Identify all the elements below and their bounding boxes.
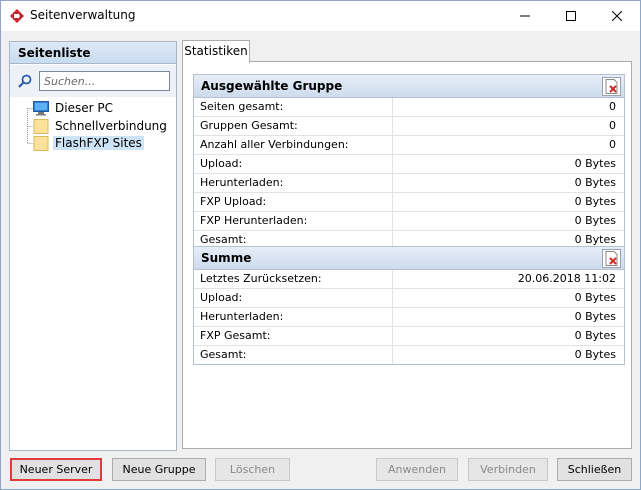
stat-label: Upload: <box>200 157 243 170</box>
delete-document-icon <box>605 251 618 266</box>
new-server-button[interactable]: Neuer Server <box>10 458 102 481</box>
apply-button[interactable]: Anwenden <box>376 458 458 481</box>
stat-row: FXP Herunterladen: 0 Bytes <box>194 212 624 231</box>
selected-group-stats: Ausgewählte Gruppe Seiten gesamt: 0 Grupp… <box>193 74 625 250</box>
app-logo-icon <box>10 9 24 23</box>
search-icon[interactable] <box>18 74 32 88</box>
maximize-button[interactable] <box>548 1 594 31</box>
window-title: Seitenverwaltung <box>30 8 136 22</box>
stat-value: 0 Bytes <box>574 329 616 342</box>
delete-document-icon <box>605 79 618 94</box>
stat-label: Herunterladen: <box>200 310 284 323</box>
column-divider <box>392 136 393 154</box>
stat-value: 0 Bytes <box>574 310 616 323</box>
reset-summary-button[interactable] <box>602 249 621 268</box>
stat-label: Gruppen Gesamt: <box>200 119 298 132</box>
maximize-icon <box>566 11 576 21</box>
stat-row: Anzahl aller Verbindungen: 0 <box>194 136 624 155</box>
stat-label: Gesamt: <box>200 233 247 246</box>
column-divider <box>392 174 393 192</box>
stat-row: Upload: 0 Bytes <box>194 289 624 308</box>
stat-row: Seiten gesamt: 0 <box>194 98 624 117</box>
site-manager-window: Seitenverwaltung Seitenliste Suchen... D… <box>0 0 641 490</box>
tree-item-flashfxp-sites[interactable]: FlashFXP Sites <box>10 135 176 152</box>
stat-label: Seiten gesamt: <box>200 100 284 113</box>
stat-value: 0 <box>609 138 616 151</box>
minimize-icon <box>520 15 530 17</box>
stat-label: Herunterladen: <box>200 176 284 189</box>
group-title: Summe <box>201 251 252 265</box>
stat-row: FXP Upload: 0 Bytes <box>194 193 624 212</box>
column-divider <box>392 308 393 326</box>
tree-item-label: FlashFXP Sites <box>53 136 144 150</box>
close-button[interactable]: Schließen <box>557 458 632 481</box>
new-group-button[interactable]: Neue Gruppe <box>112 458 206 481</box>
group-title: Ausgewählte Gruppe <box>201 79 343 93</box>
stat-label: FXP Herunterladen: <box>200 214 308 227</box>
column-divider <box>392 327 393 345</box>
stat-value: 0 Bytes <box>574 291 616 304</box>
tree-item-schnellverbindung[interactable]: Schnellverbindung <box>10 118 176 135</box>
stat-value: 20.06.2018 11:02 <box>517 272 616 285</box>
stat-row: FXP Gesamt: 0 Bytes <box>194 327 624 346</box>
summary-stats: Summe Letztes Zurücksetzen: 20.06.2018 11… <box>193 246 625 365</box>
title-bar: Seitenverwaltung <box>1 1 640 31</box>
site-list-header: Seitenliste <box>10 42 176 64</box>
stat-value: 0 Bytes <box>574 176 616 189</box>
stat-label: Letztes Zurücksetzen: <box>200 272 322 285</box>
stat-value: 0 <box>609 100 616 113</box>
stat-value: 0 Bytes <box>574 348 616 361</box>
group-header: Summe <box>194 247 624 270</box>
column-divider <box>392 193 393 211</box>
minimize-button[interactable] <box>502 1 548 31</box>
column-divider <box>392 98 393 116</box>
stat-label: Gesamt: <box>200 348 247 361</box>
stat-row: Letztes Zurücksetzen: 20.06.2018 11:02 <box>194 270 624 289</box>
reset-stats-button[interactable] <box>602 77 621 96</box>
stat-value: 0 <box>609 119 616 132</box>
group-header: Ausgewählte Gruppe <box>194 75 624 98</box>
close-window-button[interactable] <box>594 1 640 31</box>
tab-statistiken[interactable]: Statistiken <box>182 40 250 63</box>
close-icon <box>612 11 622 21</box>
stat-value: 0 Bytes <box>574 233 616 246</box>
stat-label: Anzahl aller Verbindungen: <box>200 138 349 151</box>
column-divider <box>392 212 393 230</box>
stat-label: FXP Gesamt: <box>200 329 271 342</box>
search-input[interactable] <box>39 71 170 91</box>
column-divider <box>392 346 393 364</box>
stat-value: 0 Bytes <box>574 157 616 170</box>
stat-value: 0 Bytes <box>574 195 616 208</box>
stat-row: Herunterladen: 0 Bytes <box>194 174 624 193</box>
column-divider <box>392 155 393 173</box>
tree-item-label: Schnellverbindung <box>55 119 167 133</box>
folder-icon <box>33 136 49 151</box>
computer-icon <box>33 101 49 116</box>
stat-label: Upload: <box>200 291 243 304</box>
column-divider <box>392 289 393 307</box>
stat-row: Gruppen Gesamt: 0 <box>194 117 624 136</box>
stat-row: Upload: 0 Bytes <box>194 155 624 174</box>
tree-item-label: Dieser PC <box>55 101 113 115</box>
column-divider <box>392 270 393 288</box>
folder-icon <box>33 119 49 134</box>
stat-row: Gesamt: 0 Bytes <box>194 346 624 364</box>
connect-button[interactable]: Verbinden <box>468 458 548 481</box>
column-divider <box>392 117 393 135</box>
search-bar <box>10 65 176 97</box>
tree-item-dieser-pc[interactable]: Dieser PC <box>10 100 176 117</box>
stat-row: Herunterladen: 0 Bytes <box>194 308 624 327</box>
stat-value: 0 Bytes <box>574 214 616 227</box>
stat-label: FXP Upload: <box>200 195 267 208</box>
delete-button[interactable]: Löschen <box>215 458 290 481</box>
site-list-panel: Seitenliste Suchen... Dieser PC Schnellv… <box>9 41 177 451</box>
